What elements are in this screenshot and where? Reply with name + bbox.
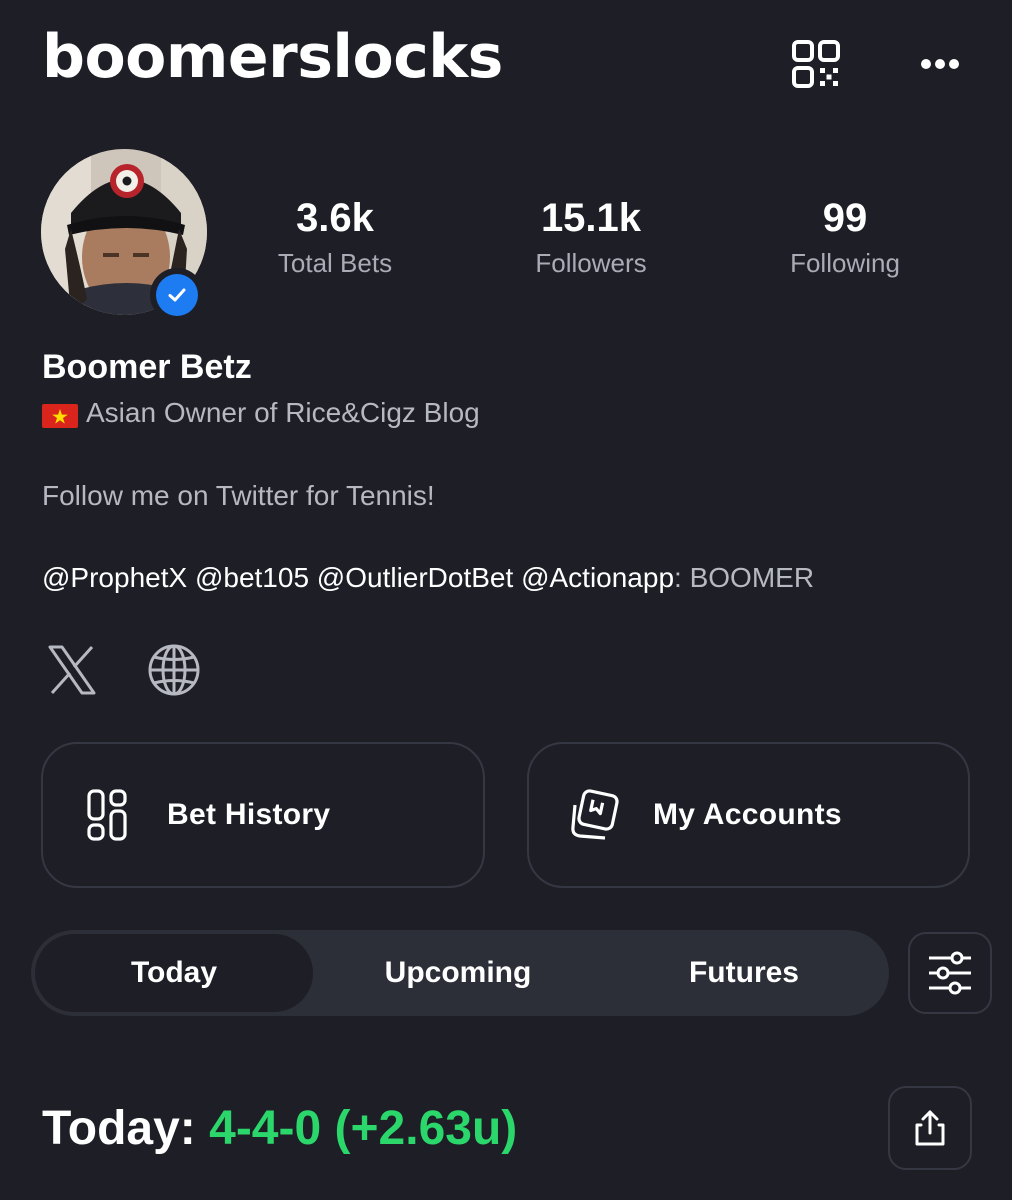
verified-badge-icon: [150, 268, 204, 322]
bio-text: Asian Owner of Rice&Cigz Blog: [86, 397, 480, 428]
bet-history-button[interactable]: Bet History: [41, 742, 485, 888]
display-name: Boomer Betz: [42, 348, 252, 386]
more-horizontal-icon[interactable]: [912, 44, 968, 84]
stat-value: 99: [822, 196, 868, 240]
username-title: boomerslocks: [42, 22, 503, 92]
x-icon[interactable]: [42, 640, 102, 700]
bets-tab-bar: Today Upcoming Futures: [31, 930, 889, 1016]
stat-value: 15.1k: [540, 196, 642, 240]
globe-icon[interactable]: [144, 640, 204, 700]
qr-code-icon[interactable]: [790, 38, 842, 90]
filter-sliders-button[interactable]: [908, 932, 992, 1014]
share-button[interactable]: [888, 1086, 972, 1170]
share-icon: [915, 1110, 945, 1146]
today-summary: Today: 4-4-0 (+2.63u): [42, 1098, 517, 1160]
bio-mentions-line: @ProphetX @bet105 @OutlierDotBet @Action…: [42, 560, 814, 596]
stat-followers[interactable]: 15.1k Followers: [500, 195, 682, 283]
stat-following[interactable]: 99 Following: [762, 195, 928, 283]
sliders-icon: [929, 951, 971, 995]
promo-separator: :: [674, 562, 690, 593]
bet-history-icon: [79, 785, 139, 845]
bet-history-label: Bet History: [167, 798, 331, 831]
stat-total-bets: 3.6k Total Bets: [245, 195, 425, 283]
stat-label: Total Bets: [277, 248, 393, 278]
bio-mentions[interactable]: @ProphetX @bet105 @OutlierDotBet @Action…: [42, 562, 674, 593]
my-accounts-button[interactable]: My Accounts: [527, 742, 970, 888]
stat-value: 3.6k: [296, 196, 374, 240]
bio-line-1: Asian Owner of Rice&Cigz Blog: [42, 395, 480, 431]
tab-futures[interactable]: Futures: [603, 934, 885, 1012]
profile-page: boomerslocks 3.6k Total Bets 15.1k Follo…: [0, 0, 1012, 1200]
stat-label: Followers: [535, 248, 647, 278]
promo-code: BOOMER: [689, 562, 815, 593]
my-accounts-label: My Accounts: [653, 798, 842, 831]
stat-label: Following: [790, 248, 900, 278]
bio-line-2: Follow me on Twitter for Tennis!: [42, 480, 435, 511]
summary-label: Today:: [42, 1102, 196, 1155]
vietnam-flag-icon: [42, 401, 78, 428]
tab-upcoming[interactable]: Upcoming: [317, 934, 599, 1012]
tab-today[interactable]: Today: [35, 934, 313, 1012]
summary-record: 4-4-0 (+2.63u): [209, 1102, 518, 1155]
wallet-cards-icon: [565, 785, 625, 845]
